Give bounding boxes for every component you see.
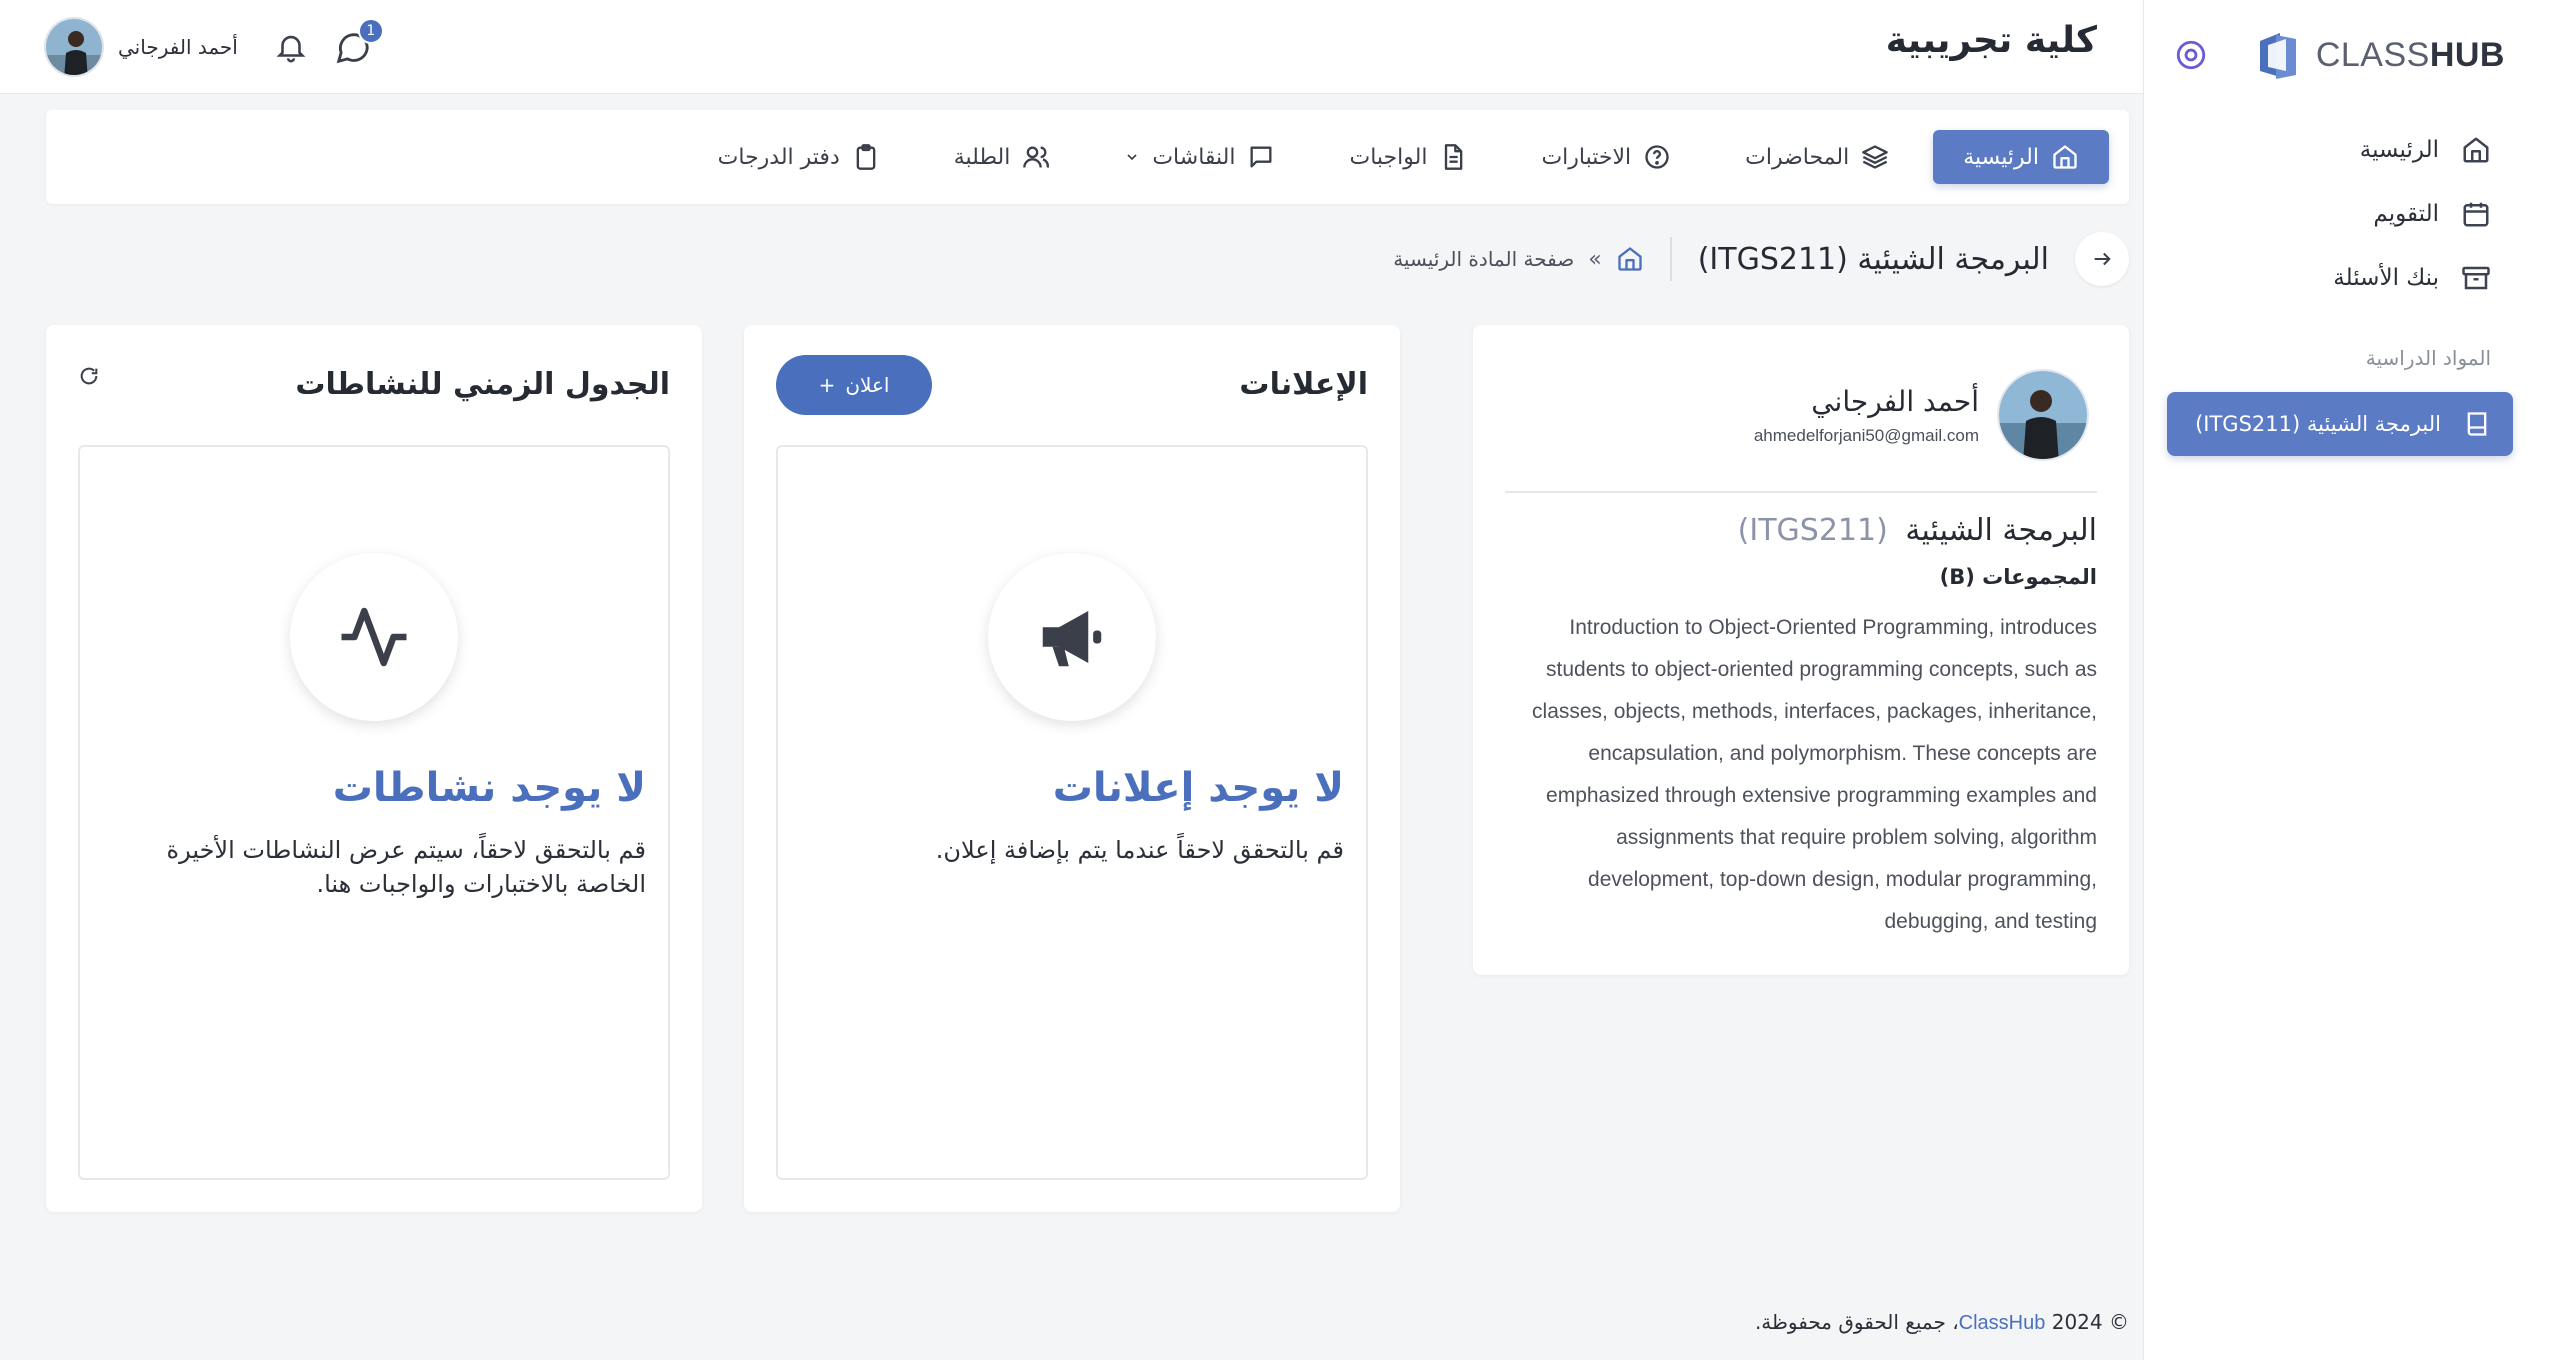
tab-label: الطلبة <box>953 144 1011 170</box>
plus-icon: + <box>818 373 836 397</box>
chevron-down-icon <box>1127 154 1137 161</box>
bell-icon[interactable] <box>274 30 308 64</box>
course-groups: المجموعات (B) <box>1939 565 2097 589</box>
megaphone-icon <box>1042 611 1102 667</box>
help-circle-icon <box>1645 145 1669 169</box>
sidebar-toggle-icon[interactable] <box>2174 38 2208 72</box>
logo[interactable]: CLASSHUB <box>2250 27 2505 83</box>
breadcrumb-separator: » <box>1588 246 1602 272</box>
sidebar-section-courses: المواد الدراسية <box>2365 346 2491 370</box>
book-icon <box>2467 412 2487 436</box>
empty-icon-circle <box>988 553 1156 721</box>
announcements-card: الإعلانات اعلان + لا يوجد إعلانات قم بال… <box>744 325 1400 1212</box>
tab-lectures[interactable]: المحاضرات <box>1715 130 1919 184</box>
layers-icon <box>1862 145 1889 169</box>
course-info-card: أحمد الفرجاني ahmedelforjani50@gmail.com… <box>1473 325 2129 975</box>
timeline-empty-text: قم بالتحقق لاحقاً، سيتم عرض النشاطات الأ… <box>166 836 646 898</box>
course-code: (ITGS211) <box>1737 513 1888 548</box>
sidebar-header: CLASSHUB <box>2174 24 2505 86</box>
course-description: Introduction to Object-Oriented Programm… <box>1532 616 2097 933</box>
course-page-title: البرمجة الشيئية (ITGS211) <box>1697 241 2049 277</box>
tab-assignments[interactable]: الواجبات <box>1319 130 1497 184</box>
sidebar-course-label: البرمجة الشيئية (ITGS211) <box>2195 412 2441 436</box>
tab-gradebook[interactable]: دفتر الدرجات <box>688 130 910 184</box>
archive-icon <box>2462 266 2490 290</box>
timeline-title: الجدول الزمني للنشاطات <box>295 367 670 402</box>
calendar-icon <box>2463 202 2489 227</box>
sidebar-item-question-bank[interactable]: بنك الأسئلة <box>2202 246 2491 310</box>
avatar[interactable] <box>44 17 104 77</box>
user-name[interactable]: أحمد الفرجاني <box>118 35 238 59</box>
announcements-empty-text: قم بالتحقق لاحقاً عندما يتم بإضافة إعلان… <box>935 836 1344 864</box>
tab-home[interactable]: الرئيسية <box>1933 130 2109 184</box>
tab-label: الرئيسية <box>1963 144 2039 170</box>
sidebar-item-label: الرئيسية <box>2359 137 2439 163</box>
back-button[interactable] <box>2075 232 2129 286</box>
messages-button[interactable]: 1 <box>334 18 384 66</box>
add-announcement-button[interactable]: اعلان + <box>776 355 932 415</box>
footer-brand-link[interactable]: ClassHub <box>1959 1312 2046 1334</box>
tab-discussions[interactable]: النقاشات <box>1094 130 1305 184</box>
brand-name: CLASSHUB <box>2315 35 2505 74</box>
sidebar-nav: الرئيسية التقويم بنك الأسئلة <box>2202 118 2491 310</box>
course-tabs: الرئيسية المحاضرات الاختبارات الواجبات ا… <box>674 130 2109 184</box>
announcements-title: الإعلانات <box>1239 367 1368 402</box>
breadcrumb-current-page: صفحة المادة الرئيسية <box>1393 247 1575 271</box>
arrow-right-icon <box>2094 252 2111 266</box>
header-actions: أحمد الفرجاني 1 <box>44 17 384 77</box>
page-title: كلية تجريبية <box>1885 20 2097 61</box>
user-photo <box>46 19 102 75</box>
classhub-logo-icon <box>2259 33 2296 79</box>
refresh-icon[interactable] <box>78 365 100 387</box>
footer-rights: ، جميع الحقوق محفوظة. <box>1754 1310 1959 1334</box>
instructor-photo <box>1999 371 2087 459</box>
announcements-empty-state: لا يوجد إعلانات قم بالتحقق لاحقاً عندما … <box>776 445 1368 1180</box>
instructor-avatar <box>1997 369 2089 461</box>
sidebar-item-label: بنك الأسئلة <box>2333 265 2439 291</box>
announcements-empty-title: لا يوجد إعلانات <box>1052 765 1344 811</box>
activity-icon <box>341 607 407 667</box>
tab-label: المحاضرات <box>1745 144 1850 170</box>
add-announcement-label: اعلان <box>845 373 890 397</box>
instructor-email: ahmedelforjani50@gmail.com <box>1753 425 1979 445</box>
instructor-text: أحمد الفرجاني ahmedelforjani50@gmail.com <box>1754 385 1979 446</box>
instructor-info: أحمد الفرجاني ahmedelforjani50@gmail.com <box>1754 369 2089 461</box>
tab-label: النقاشات <box>1152 144 1236 170</box>
course-title: البرمجة الشيئية (ITGS211) <box>1738 513 2097 548</box>
empty-icon-circle <box>290 553 458 721</box>
breadcrumb-home[interactable] <box>1616 245 1644 273</box>
timeline-empty-state: لا يوجد نشاطات قم بالتحقق لاحقاً، سيتم ع… <box>78 445 670 1180</box>
tab-students[interactable]: الطلبة <box>924 130 1081 184</box>
tab-quizzes[interactable]: الاختبارات <box>1511 130 1701 184</box>
home-icon <box>1618 247 1642 271</box>
tab-label: الواجبات <box>1349 144 1428 170</box>
course-tabbar: الرئيسية المحاضرات الاختبارات الواجبات ا… <box>46 110 2129 204</box>
users-icon <box>1023 146 1050 168</box>
activity-timeline-card: الجدول الزمني للنشاطات لا يوجد نشاطات قم… <box>46 325 702 1212</box>
top-header: كلية تجريبية أحمد الفرجاني 1 <box>0 0 2143 94</box>
sidebar-item-home[interactable]: الرئيسية <box>2202 118 2491 182</box>
sidebar-item-calendar[interactable]: التقويم <box>2202 182 2491 246</box>
breadcrumb-divider <box>1669 237 1672 281</box>
tab-label: دفتر الدرجات <box>717 144 840 170</box>
file-text-icon <box>1445 144 1463 170</box>
tab-label: الاختبارات <box>1541 144 1632 170</box>
breadcrumb: البرمجة الشيئية (ITGS211) » صفحة المادة … <box>46 230 2129 288</box>
footer: © 2024 ClassHub، جميع الحقوق محفوظة. <box>1755 1310 2129 1335</box>
clipboard-icon <box>856 144 876 170</box>
footer-copyright: © 2024 <box>2051 1310 2129 1334</box>
course-name: البرمجة الشيئية <box>1905 513 2097 548</box>
sidebar: CLASSHUB الرئيسية التقويم بنك الأسئلة ال… <box>2143 0 2549 1360</box>
message-square-icon <box>1250 146 1272 168</box>
home-icon <box>2463 137 2489 163</box>
sidebar-item-course[interactable]: البرمجة الشيئية (ITGS211) <box>2167 392 2513 456</box>
messages-badge: 1 <box>357 18 384 44</box>
divider <box>1505 491 2097 493</box>
home-icon <box>2053 145 2077 169</box>
instructor-name: أحمد الفرجاني <box>1811 384 1979 418</box>
timeline-empty-title: لا يوجد نشاطات <box>332 765 646 811</box>
sidebar-item-label: التقويم <box>2373 201 2439 227</box>
